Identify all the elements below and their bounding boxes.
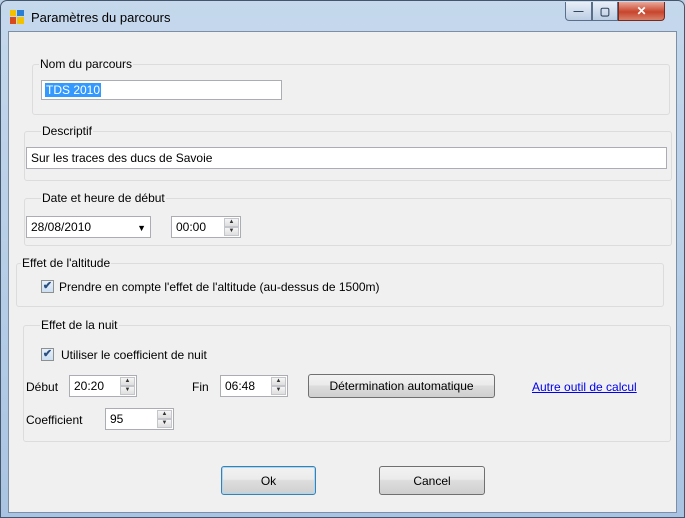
night-group-label: Effet de la nuit [40,318,119,332]
description-group: Descriptif Sur les traces des ducs de Sa… [24,124,672,181]
chevron-down-icon[interactable]: ▼ [137,221,146,235]
start-date-value: 28/08/2010 [31,220,92,234]
coefficient-label: Coefficient [26,413,83,427]
start-datetime-group-label: Date et heure de début [41,191,166,205]
title-bar[interactable]: Paramètres du parcours — ▢ ✕ [1,1,684,31]
spin-up-icon[interactable]: ▲ [224,218,239,227]
night-end-spinner[interactable]: 06:48 ▲ ▼ [220,375,288,397]
app-icon [10,10,24,24]
route-name-group: Nom du parcours TDS 2010 [32,57,670,115]
dialog-client-area: Nom du parcours TDS 2010 Descriptif Sur … [8,31,677,513]
minimize-button[interactable]: — [565,2,592,21]
description-input[interactable]: Sur les traces des ducs de Savoie [26,147,667,169]
start-datetime-group: Date et heure de début 28/08/2010 ▼ 00:0… [24,191,672,246]
close-button[interactable]: ✕ [618,2,665,21]
check-icon: ✔ [42,348,53,360]
description-group-label: Descriptif [41,124,94,138]
altitude-group-label: Effet de l'altitude [21,256,112,270]
altitude-checkbox[interactable]: ✔ [41,280,54,293]
spin-down-icon[interactable]: ▼ [224,227,239,236]
route-name-input[interactable]: TDS 2010 [41,80,282,100]
spin-up-icon[interactable]: ▲ [271,377,286,386]
ok-button[interactable]: Ok [221,466,316,495]
description-value: Sur les traces des ducs de Savoie [31,151,213,165]
auto-determination-button[interactable]: Détermination automatique [308,374,495,398]
spin-up-icon[interactable]: ▲ [157,410,172,419]
night-end-label: Fin [192,380,209,394]
night-end-value: 06:48 [225,379,256,393]
cancel-button[interactable]: Cancel [379,466,485,495]
night-end-spin-buttons: ▲ ▼ [271,377,286,395]
start-time-value: 00:00 [176,220,207,234]
start-time-spinner[interactable]: 00:00 ▲ ▼ [171,216,241,238]
altitude-group: Effet de l'altitude ✔ Prendre en compte … [16,256,664,307]
spin-up-icon[interactable]: ▲ [120,377,135,386]
ok-button-label: Ok [260,473,277,488]
coefficient-spinner[interactable]: 95 ▲ ▼ [105,408,174,430]
night-checkbox-label[interactable]: Utiliser le coefficient de nuit [61,348,207,362]
minimize-icon: — [573,5,584,17]
window-title: Paramètres du parcours [31,10,171,25]
cancel-button-label: Cancel [413,473,451,488]
spin-down-icon[interactable]: ▼ [271,386,286,395]
coefficient-spin-buttons: ▲ ▼ [157,410,172,428]
dialog-window: Paramètres du parcours — ▢ ✕ Nom du parc… [0,0,685,518]
route-name-value: TDS 2010 [45,83,102,97]
close-icon: ✕ [636,4,647,18]
maximize-button[interactable]: ▢ [592,2,618,21]
night-start-label: Début [26,380,59,394]
spin-down-icon[interactable]: ▼ [157,419,172,428]
night-start-value: 20:20 [74,379,105,393]
night-start-spin-buttons: ▲ ▼ [120,377,135,395]
other-tool-link[interactable]: Autre outil de calcul [532,380,637,394]
night-group: Effet de la nuit ✔ Utiliser le coefficie… [23,318,671,442]
night-checkbox[interactable]: ✔ [41,348,54,361]
start-time-spin-buttons: ▲ ▼ [224,218,239,236]
night-start-spinner[interactable]: 20:20 ▲ ▼ [69,375,137,397]
check-icon: ✔ [42,280,53,292]
maximize-icon: ▢ [599,5,611,18]
route-name-group-label: Nom du parcours [39,57,134,71]
altitude-checkbox-label[interactable]: Prendre en compte l'effet de l'altitude … [59,280,380,294]
start-date-picker[interactable]: 28/08/2010 ▼ [26,216,151,238]
spin-down-icon[interactable]: ▼ [120,386,135,395]
coefficient-value: 95 [110,412,124,426]
auto-determination-button-label: Détermination automatique [329,379,474,393]
